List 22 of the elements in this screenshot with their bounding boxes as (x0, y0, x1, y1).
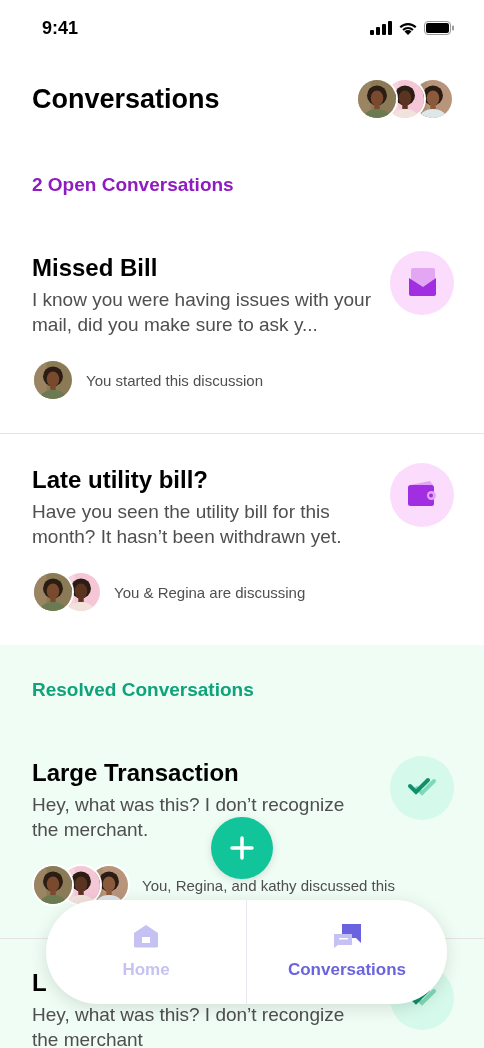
conversation-title[interactable]: Large Transaction (32, 758, 239, 788)
home-icon (133, 924, 159, 948)
conversation-title[interactable]: L (32, 968, 47, 998)
participants-text: You & Regina are discussing (114, 583, 306, 601)
conversation-preview: Hey, what was this? I don’t recongize the merchant (32, 1003, 346, 1048)
plus-icon (230, 836, 254, 860)
status-time: 9:41 (42, 17, 79, 39)
conversation-title[interactable]: Late utility bill? (32, 465, 208, 495)
tab[interactable]: Conversations (246, 900, 447, 1004)
participants-text: You started this discussion (86, 371, 264, 389)
conversation-preview: I know you were having issues with your mail, did you make sure to ask y... (32, 288, 372, 337)
conversation-title[interactable]: Missed Bill (32, 253, 158, 283)
section-title: Resolved Conversations (31, 678, 255, 702)
battery-icon (424, 21, 454, 35)
chat-bubbles-icon (333, 924, 361, 948)
conversation-preview: Hey, what was this? I don’t recognize the merchant. (32, 793, 346, 842)
participants-text: You, Regina, and kathy discussed this (142, 876, 395, 894)
wifi-icon (398, 21, 418, 35)
signal-icon (370, 21, 392, 35)
conversation-preview: Have you seen the utility bill for this month? It hasn’t been withdrawn yet. (32, 500, 343, 549)
page-title: Conversations (32, 83, 220, 115)
section-title: 2 Open Conversations (31, 173, 235, 197)
